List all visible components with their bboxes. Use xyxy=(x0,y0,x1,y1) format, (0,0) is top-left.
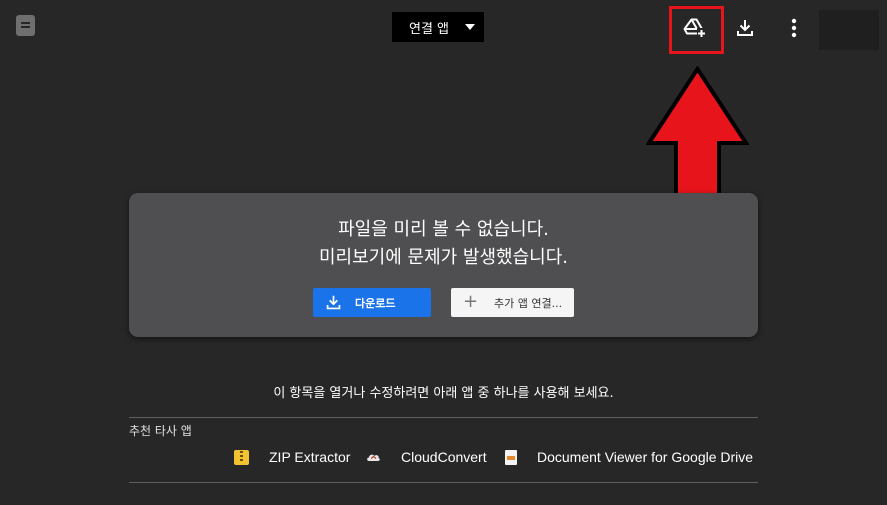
connect-more-apps-label: 추가 앱 연결... xyxy=(494,296,563,310)
highlight-box xyxy=(669,6,724,54)
download-file-label: 다운로드 xyxy=(355,296,396,310)
app-document-viewer[interactable]: Document Viewer for Google Drive xyxy=(505,449,753,465)
plus-icon: + xyxy=(463,291,479,312)
download-icon xyxy=(737,20,753,36)
download-file-button[interactable]: 다운로드 xyxy=(313,288,431,317)
open-with-dropdown[interactable]: 연결 앱 xyxy=(392,12,484,42)
zip-extractor-icon xyxy=(234,449,249,465)
open-with-label: 연결 앱 xyxy=(409,21,450,37)
more-vert-icon xyxy=(791,18,797,38)
dropdown-caret-icon xyxy=(465,24,475,30)
app-zip-extractor[interactable]: ZIP Extractor xyxy=(234,449,350,465)
divider xyxy=(129,482,758,483)
app-name: CloudConvert xyxy=(401,449,487,465)
preview-error-subtitle: 미리보기에 문제가 발생했습니다. xyxy=(318,247,568,268)
download-button[interactable] xyxy=(727,10,763,46)
document-viewer-icon xyxy=(505,449,517,465)
more-options-button[interactable] xyxy=(776,10,812,46)
app-cloudconvert[interactable]: CloudConvert xyxy=(366,449,487,465)
divider xyxy=(129,417,758,418)
app-name: Document Viewer for Google Drive xyxy=(537,449,754,465)
connect-more-apps-button[interactable]: + 추가 앱 연결... xyxy=(451,288,574,317)
open-with-hint: 이 항목을 열거나 수정하려면 아래 앱 중 하나를 사용해 보세요. xyxy=(273,386,614,401)
app-name: ZIP Extractor xyxy=(269,449,351,465)
preview-error-card: 파일을 미리 볼 수 없습니다. 미리보기에 문제가 발생했습니다. 다운로드 … xyxy=(129,193,758,337)
file-type-icon xyxy=(16,15,35,36)
account-area[interactable] xyxy=(819,10,879,50)
cloudconvert-icon xyxy=(367,454,380,461)
preview-error-title: 파일을 미리 볼 수 없습니다. xyxy=(338,219,549,240)
recommended-apps-label: 추천 타사 앱 xyxy=(129,424,192,438)
download-icon xyxy=(326,295,341,310)
